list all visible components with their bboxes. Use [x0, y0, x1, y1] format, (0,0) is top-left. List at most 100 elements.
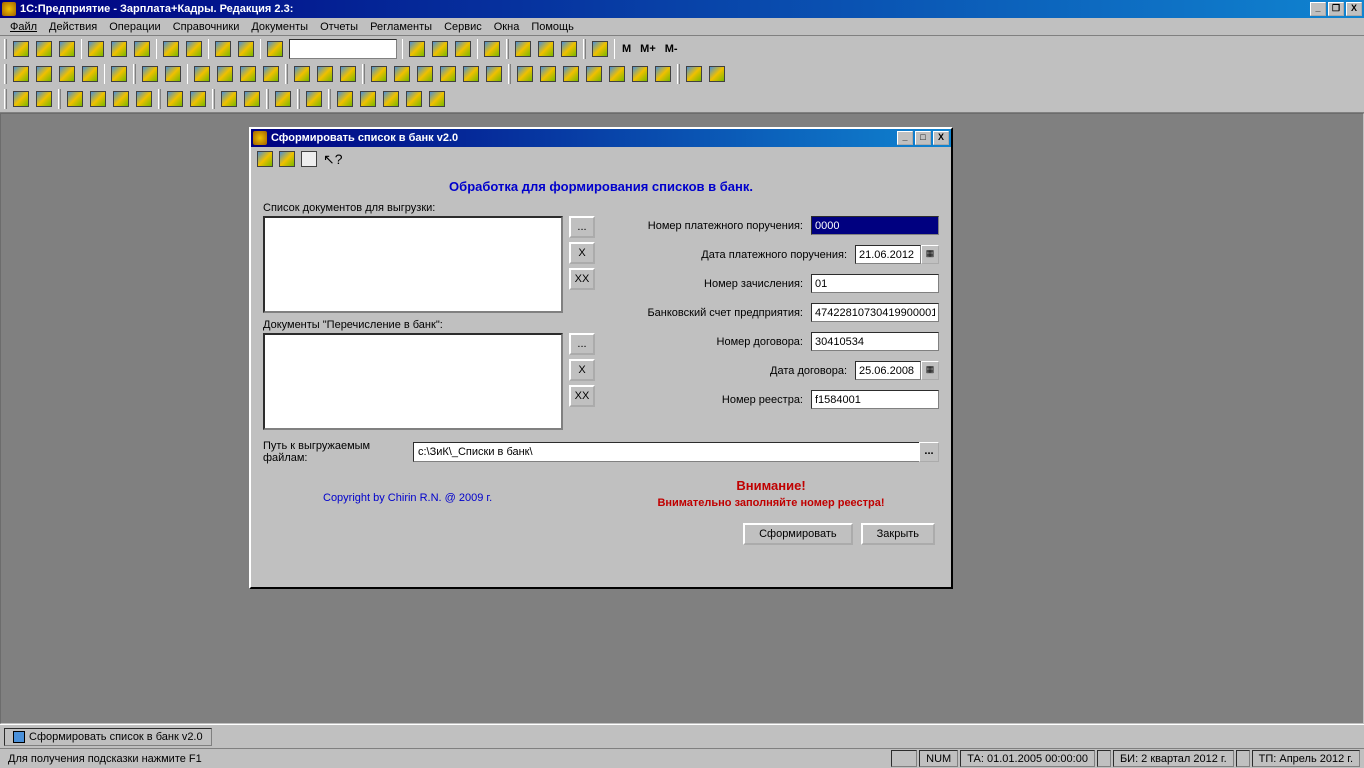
minimize-button[interactable]: _: [1310, 2, 1326, 16]
tb-tool[interactable]: [558, 38, 580, 60]
tb-calendar[interactable]: [535, 38, 557, 60]
form-button[interactable]: Сформировать: [743, 523, 853, 545]
tb2-20[interactable]: [483, 63, 505, 85]
tb-copy[interactable]: [108, 38, 130, 60]
close-button[interactable]: X: [1346, 2, 1362, 16]
tb3-13[interactable]: [334, 88, 356, 110]
tb2-22[interactable]: [537, 63, 559, 85]
tb2-14[interactable]: [337, 63, 359, 85]
tb3-2[interactable]: [33, 88, 55, 110]
tb3-6[interactable]: [133, 88, 155, 110]
tb-search-combo[interactable]: [289, 39, 397, 59]
list1-delete-button[interactable]: X: [569, 242, 595, 264]
tb2-29[interactable]: [706, 63, 728, 85]
dlg-tb-help[interactable]: [299, 149, 319, 169]
tb2-26[interactable]: [629, 63, 651, 85]
tb2-11[interactable]: [260, 63, 282, 85]
tb2-7[interactable]: [162, 63, 184, 85]
menu-reports[interactable]: Отчеты: [314, 20, 364, 34]
close-dialog-button[interactable]: Закрыть: [861, 523, 935, 545]
tb-icon1[interactable]: [406, 38, 428, 60]
tb2-13[interactable]: [314, 63, 336, 85]
tb-undo[interactable]: [212, 38, 234, 60]
tb2-12[interactable]: [291, 63, 313, 85]
tb-icon2[interactable]: [429, 38, 451, 60]
payorder-date-calendar-button[interactable]: ▦: [921, 245, 939, 264]
tb3-11[interactable]: [272, 88, 294, 110]
list-documents-export[interactable]: [263, 216, 563, 313]
restore-button[interactable]: ❐: [1328, 2, 1344, 16]
menu-windows[interactable]: Окна: [488, 20, 526, 34]
contract-no-input[interactable]: [811, 332, 939, 351]
contract-date-input[interactable]: [855, 361, 921, 380]
dialog-close-button[interactable]: X: [933, 131, 949, 145]
tb2-1[interactable]: [10, 63, 32, 85]
task-button-dialog[interactable]: Сформировать список в банк v2.0: [4, 728, 212, 746]
tb2-3[interactable]: [56, 63, 78, 85]
credit-no-input[interactable]: [811, 274, 939, 293]
tb3-3[interactable]: [64, 88, 86, 110]
tb2-10[interactable]: [237, 63, 259, 85]
tb-mem-m[interactable]: M: [618, 43, 635, 55]
tb-mem-mminus[interactable]: M-: [661, 43, 682, 55]
tb-new[interactable]: [10, 38, 32, 60]
list2-browse-button[interactable]: ...: [569, 333, 595, 355]
tb-icon3[interactable]: [452, 38, 474, 60]
list1-deleteall-button[interactable]: XX: [569, 268, 595, 290]
tb3-5[interactable]: [110, 88, 132, 110]
list2-delete-button[interactable]: X: [569, 359, 595, 381]
tb-find[interactable]: [264, 38, 286, 60]
contract-date-calendar-button[interactable]: ▦: [921, 361, 939, 380]
tb2-5[interactable]: [108, 63, 130, 85]
tb-help[interactable]: [481, 38, 503, 60]
tb-print[interactable]: [160, 38, 182, 60]
tb3-8[interactable]: [187, 88, 209, 110]
tb-paste[interactable]: [131, 38, 153, 60]
menu-regulations[interactable]: Регламенты: [364, 20, 438, 34]
registry-no-input[interactable]: [811, 390, 939, 409]
tb3-4[interactable]: [87, 88, 109, 110]
menu-operations[interactable]: Операции: [103, 20, 166, 34]
tb2-18[interactable]: [437, 63, 459, 85]
tb3-10[interactable]: [241, 88, 263, 110]
menu-actions[interactable]: Действия: [43, 20, 103, 34]
tb2-16[interactable]: [391, 63, 413, 85]
menu-service[interactable]: Сервис: [438, 20, 488, 34]
tb2-15[interactable]: [368, 63, 390, 85]
path-browse-button[interactable]: ...: [919, 442, 939, 462]
tb2-21[interactable]: [514, 63, 536, 85]
tb-book[interactable]: [589, 38, 611, 60]
tb3-17[interactable]: [426, 88, 448, 110]
tb3-12[interactable]: [303, 88, 325, 110]
path-input[interactable]: c:\ЗиК\_Списки в банк\: [413, 442, 920, 462]
tb2-23[interactable]: [560, 63, 582, 85]
tb2-27[interactable]: [652, 63, 674, 85]
tb2-17[interactable]: [414, 63, 436, 85]
list1-browse-button[interactable]: ...: [569, 216, 595, 238]
tb3-7[interactable]: [164, 88, 186, 110]
bank-acc-input[interactable]: [811, 303, 939, 322]
tb2-28[interactable]: [683, 63, 705, 85]
tb2-6[interactable]: [139, 63, 161, 85]
payorder-no-input[interactable]: [811, 216, 939, 235]
tb2-19[interactable]: [460, 63, 482, 85]
tb-redo[interactable]: [235, 38, 257, 60]
tb2-8[interactable]: [191, 63, 213, 85]
tb2-9[interactable]: [214, 63, 236, 85]
tb3-15[interactable]: [380, 88, 402, 110]
list-bank-transfer[interactable]: [263, 333, 563, 430]
tb-open[interactable]: [33, 38, 55, 60]
tb-calc[interactable]: [512, 38, 534, 60]
menu-documents[interactable]: Документы: [245, 20, 314, 34]
tb-cut[interactable]: [85, 38, 107, 60]
payorder-date-input[interactable]: [855, 245, 921, 264]
tb2-4[interactable]: [79, 63, 101, 85]
tb-preview[interactable]: [183, 38, 205, 60]
tb2-24[interactable]: [583, 63, 605, 85]
menu-directories[interactable]: Справочники: [167, 20, 246, 34]
list2-deleteall-button[interactable]: XX: [569, 385, 595, 407]
tb3-9[interactable]: [218, 88, 240, 110]
menu-help[interactable]: Помощь: [525, 20, 580, 34]
tb2-25[interactable]: [606, 63, 628, 85]
dialog-maximize-button[interactable]: □: [915, 131, 931, 145]
